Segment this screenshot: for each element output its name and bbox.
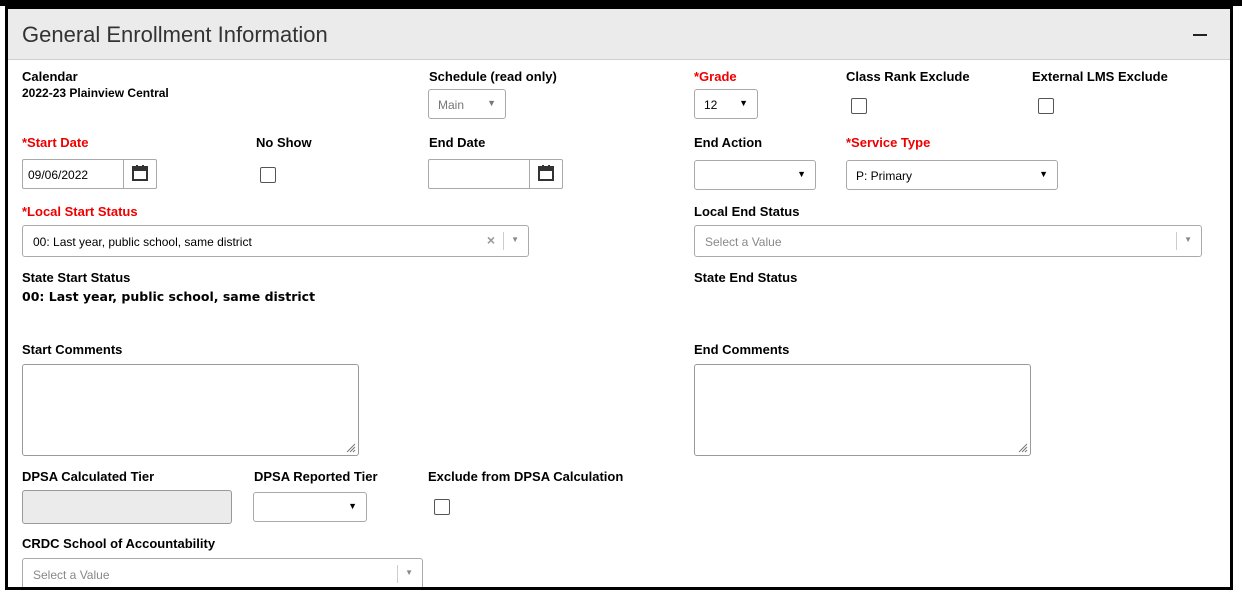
chevron-down-icon: ▼ — [1039, 169, 1048, 179]
class-rank-exclude-label: Class Rank Exclude — [846, 69, 970, 84]
service-type-select[interactable]: P: Primary ▼ — [846, 160, 1058, 190]
chevron-down-icon: ▼ — [797, 169, 806, 179]
service-type-label: *Service Type — [846, 135, 931, 150]
state-start-status-label: State Start Status — [22, 270, 131, 285]
chevron-down-icon[interactable]: ▼ — [405, 568, 413, 577]
grade-value: 12 — [704, 98, 718, 112]
chevron-down-icon[interactable]: ▼ — [511, 235, 519, 244]
crdc-school-combobox[interactable]: Select a Value ▼ — [22, 558, 423, 587]
state-end-status-label: State End Status — [694, 270, 798, 285]
start-date-label: *Start Date — [22, 135, 89, 150]
end-comments-label: End Comments — [694, 342, 790, 357]
combo-separator — [503, 232, 504, 250]
start-comments-label: Start Comments — [22, 342, 123, 357]
start-date-value: 09/06/2022 — [28, 168, 89, 182]
schedule-value: Main — [438, 98, 465, 112]
grade-label: *Grade — [694, 69, 737, 84]
enrollment-panel: General Enrollment Information Calendar … — [5, 6, 1233, 590]
start-comments-textarea[interactable] — [22, 364, 359, 456]
end-comments-textarea[interactable] — [694, 364, 1031, 456]
grade-select[interactable]: 12 ▼ — [694, 89, 758, 119]
dpsa-reported-tier-label: DPSA Reported Tier — [254, 469, 378, 484]
chevron-down-icon: ▼ — [348, 501, 357, 511]
end-action-label: End Action — [694, 135, 763, 150]
class-rank-exclude-checkbox[interactable] — [851, 98, 867, 114]
calendar-icon[interactable] — [529, 160, 562, 188]
calendar-label: Calendar — [22, 69, 78, 84]
start-date-field[interactable]: 09/06/2022 — [22, 159, 157, 189]
end-date-label: End Date — [429, 135, 486, 150]
resize-grip-icon[interactable] — [344, 441, 356, 453]
panel-title: General Enrollment Information — [22, 22, 328, 47]
no-show-checkbox[interactable] — [260, 167, 276, 183]
external-lms-exclude-label: External LMS Exclude — [1032, 69, 1168, 84]
end-date-field[interactable] — [428, 159, 563, 189]
local-end-status-combobox[interactable]: Select a Value ▼ — [694, 225, 1202, 257]
local-start-status-combobox[interactable]: 00: Last year, public school, same distr… — [22, 225, 529, 257]
calendar-value: 2022-23 Plainview Central — [22, 86, 169, 100]
schedule-label: Schedule (read only) — [429, 69, 557, 84]
calendar-icon[interactable] — [123, 160, 156, 188]
chevron-down-icon[interactable]: ▼ — [1184, 235, 1192, 244]
local-end-status-placeholder: Select a Value — [705, 235, 782, 249]
no-show-label: No Show — [256, 135, 312, 150]
resize-grip-icon[interactable] — [1016, 441, 1028, 453]
collapse-button[interactable] — [1190, 21, 1212, 47]
local-end-status-label: Local End Status — [694, 204, 800, 219]
combo-separator — [1176, 232, 1177, 250]
panel-header: General Enrollment Information — [8, 9, 1230, 60]
schedule-select: Main ▼ — [428, 89, 506, 119]
clear-icon[interactable]: × — [487, 232, 495, 248]
end-action-select[interactable]: ▼ — [694, 160, 816, 190]
crdc-school-label: CRDC School of Accountability — [22, 536, 216, 551]
dpsa-calculated-tier-label: DPSA Calculated Tier — [22, 469, 155, 484]
service-type-value: P: Primary — [856, 169, 913, 183]
combo-separator — [397, 565, 398, 583]
minus-icon — [1193, 34, 1207, 36]
external-lms-exclude-checkbox[interactable] — [1038, 98, 1054, 114]
state-start-status-value: 00: Last year, public school, same distr… — [22, 289, 316, 304]
dpsa-calculated-tier-field — [22, 490, 232, 524]
dpsa-reported-tier-select[interactable]: ▼ — [253, 492, 367, 522]
crdc-school-placeholder: Select a Value — [33, 568, 110, 582]
chevron-down-icon: ▼ — [739, 98, 748, 108]
chevron-down-icon: ▼ — [487, 98, 496, 108]
exclude-dpsa-checkbox[interactable] — [434, 499, 450, 515]
local-start-status-value: 00: Last year, public school, same distr… — [33, 235, 252, 249]
exclude-dpsa-label: Exclude from DPSA Calculation — [428, 469, 624, 484]
local-start-status-label: *Local Start Status — [22, 204, 138, 219]
